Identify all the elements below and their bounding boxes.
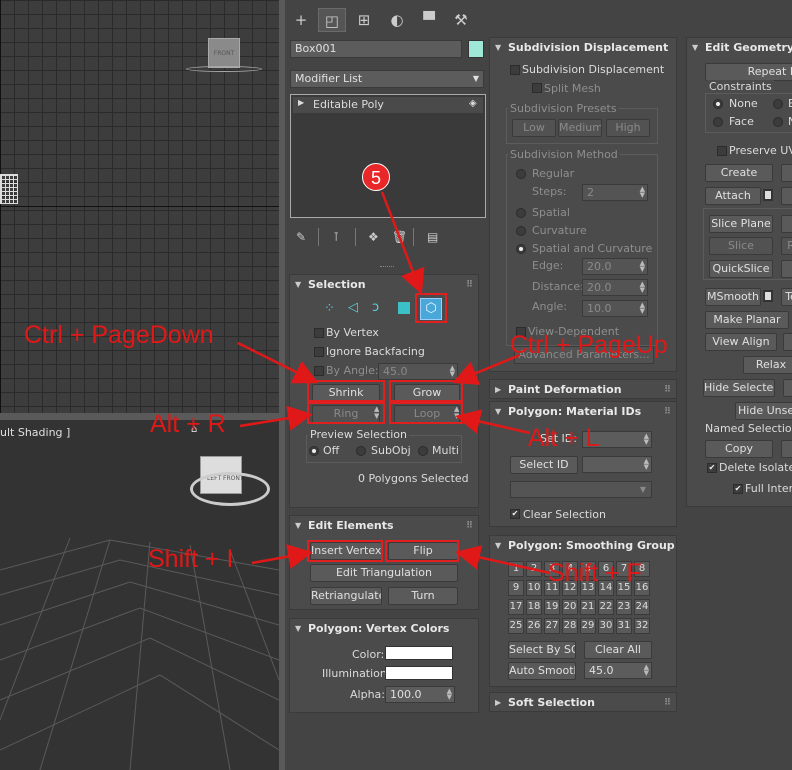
annotation-alt-l: Alt + L xyxy=(528,424,600,452)
annotation-shift-i: Shift + I xyxy=(148,545,234,573)
annotation-arrows xyxy=(237,191,551,575)
step-number-badge: 5 xyxy=(362,163,390,191)
annotation-ctrl-pageup: Ctrl + PageUp xyxy=(510,331,668,359)
annotation-shift-f: Shift + F xyxy=(548,559,642,587)
annotation-alt-r: Alt + R xyxy=(150,410,226,438)
annotation-ctrl-pagedown: Ctrl + PageDown xyxy=(24,321,214,349)
